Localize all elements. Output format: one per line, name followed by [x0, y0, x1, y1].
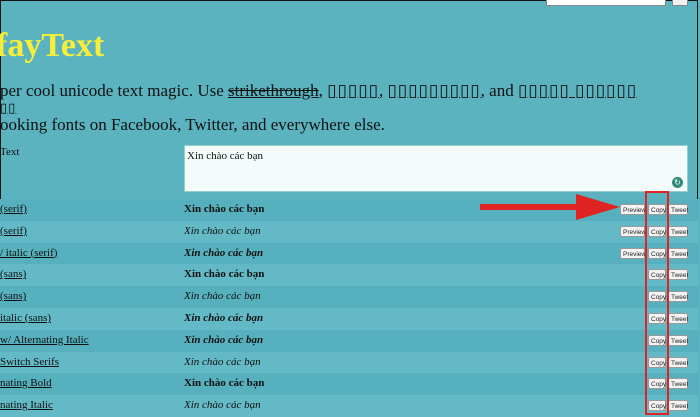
text-input[interactable]: Xin chào các bạn	[184, 145, 688, 192]
font-style-name-link[interactable]: (serif)	[0, 225, 27, 237]
intro-style-link-2[interactable]: ▯▯▯▯▯▯▯▯▯	[387, 81, 480, 100]
intro-text: per cool unicode text magic. Use striket…	[0, 80, 636, 136]
font-style-row: nating Bold Xin chào các bạn Copy Tweet	[0, 373, 698, 396]
font-style-row: italic (sans) Xin chào các bạn Copy Tweet	[0, 307, 698, 330]
tweet-button[interactable]: Tweet	[668, 225, 688, 237]
font-style-row: (sans) Xin chào các bạn Copy Tweet	[0, 286, 698, 308]
grammar-check-icon[interactable]: ↻	[672, 177, 683, 188]
font-style-sample: Xin chào các bạn	[184, 399, 261, 412]
font-style-sample: Xin chào các bạn	[184, 268, 265, 281]
top-search-input[interactable]	[546, 0, 666, 6]
tweet-button[interactable]: Tweet	[668, 312, 688, 324]
font-style-sample: Xin chào các bạn	[184, 311, 264, 324]
intro-text-part: per cool unicode text magic. Use	[0, 81, 229, 100]
input-text-label: Text	[0, 146, 20, 158]
intro-line-1: per cool unicode text magic. Use striket…	[0, 80, 636, 102]
font-style-sample: Xin chào các bạn	[184, 290, 261, 303]
font-style-row: Switch Serifs Xin chào các bạn Copy Tweet	[0, 351, 698, 374]
site-logo: fayText	[0, 27, 105, 64]
copy-button[interactable]: Copy	[648, 356, 666, 368]
font-style-name-link[interactable]: (sans)	[0, 268, 26, 280]
copy-button[interactable]: Copy	[648, 291, 666, 303]
tweet-button[interactable]: Tweet	[668, 204, 688, 215]
preview-button[interactable]: Preview	[620, 247, 646, 259]
arrow-shaft	[480, 204, 580, 210]
font-style-row: (sans) Xin chào các bạn Copy Tweet	[0, 264, 698, 287]
font-style-name-link[interactable]: italic (sans)	[0, 312, 51, 324]
copy-button[interactable]: Copy	[648, 247, 666, 259]
tweet-button[interactable]: Tweet	[668, 378, 688, 390]
font-style-sample: Xin chào các bạn	[184, 355, 261, 368]
copy-button[interactable]: Copy	[648, 269, 666, 281]
font-style-row: / italic (serif) Xin chào các bạn Preview C…	[0, 242, 698, 265]
font-style-sample: Xin chào các bạn	[184, 246, 264, 259]
intro-style-link-3[interactable]: ▯▯▯▯▯ ▯▯▯▯▯▯	[518, 81, 637, 100]
font-style-sample: Xin chào các bạn	[184, 377, 265, 390]
arrow-head	[576, 194, 620, 220]
copy-button[interactable]: Copy	[648, 204, 666, 215]
font-style-row: (serif) Xin chào các bạn Preview Copy Tweet	[0, 220, 698, 243]
font-style-name-link[interactable]: nating Italic	[0, 399, 53, 411]
top-search-button[interactable]	[672, 0, 688, 6]
intro-text-part: ,	[318, 81, 328, 100]
intro-line-3: ooking fonts on Facebook, Twitter, and e…	[0, 115, 385, 134]
intro-style-link-1[interactable]: ▯▯▯▯▯	[327, 81, 379, 100]
copy-button[interactable]: Copy	[648, 378, 666, 390]
tweet-button[interactable]: Tweet	[668, 356, 688, 368]
tweet-button[interactable]: Tweet	[668, 247, 688, 259]
intro-style-link-3-cont[interactable]: ▯▯	[0, 101, 560, 114]
font-style-name-link[interactable]: Switch Serifs	[0, 356, 59, 368]
tweet-button[interactable]: Tweet	[668, 334, 688, 346]
font-style-name-link[interactable]: w/ Alternating Italic	[0, 334, 89, 346]
intro-text-part: , and	[480, 81, 518, 100]
preview-button[interactable]: Preview	[620, 225, 646, 237]
font-style-row: w/ Alternating Italic Xin chào các bạn Cop…	[0, 329, 698, 352]
font-style-name-link[interactable]: / italic (serif)	[0, 247, 57, 259]
font-style-name-link[interactable]: (sans)	[0, 290, 26, 302]
copy-button[interactable]: Copy	[648, 225, 666, 237]
tweet-button[interactable]: Tweet	[668, 269, 688, 281]
preview-button[interactable]: Preview	[620, 204, 646, 215]
copy-button[interactable]: Copy	[648, 334, 666, 346]
font-style-sample: Xin chào các bạn	[184, 203, 265, 215]
tweet-button[interactable]: Tweet	[668, 400, 688, 412]
red-arrow-annotation	[480, 194, 620, 220]
font-style-name-link[interactable]: (serif)	[0, 203, 27, 215]
font-style-sample: Xin chào các bạn	[184, 333, 264, 346]
copy-button[interactable]: Copy	[648, 312, 666, 324]
font-style-row: nating Italic Xin chào các bạn Copy Tweet	[0, 395, 698, 417]
font-style-list: (serif) Xin chào các bạn Preview Copy Tweet(…	[0, 199, 698, 417]
tweet-button[interactable]: Tweet	[668, 291, 688, 303]
font-style-name-link[interactable]: nating Bold	[0, 377, 52, 389]
copy-button[interactable]: Copy	[648, 400, 666, 412]
strikethrough-link[interactable]: strikethrough	[228, 81, 319, 100]
font-style-sample: Xin chào các bạn	[184, 224, 261, 237]
